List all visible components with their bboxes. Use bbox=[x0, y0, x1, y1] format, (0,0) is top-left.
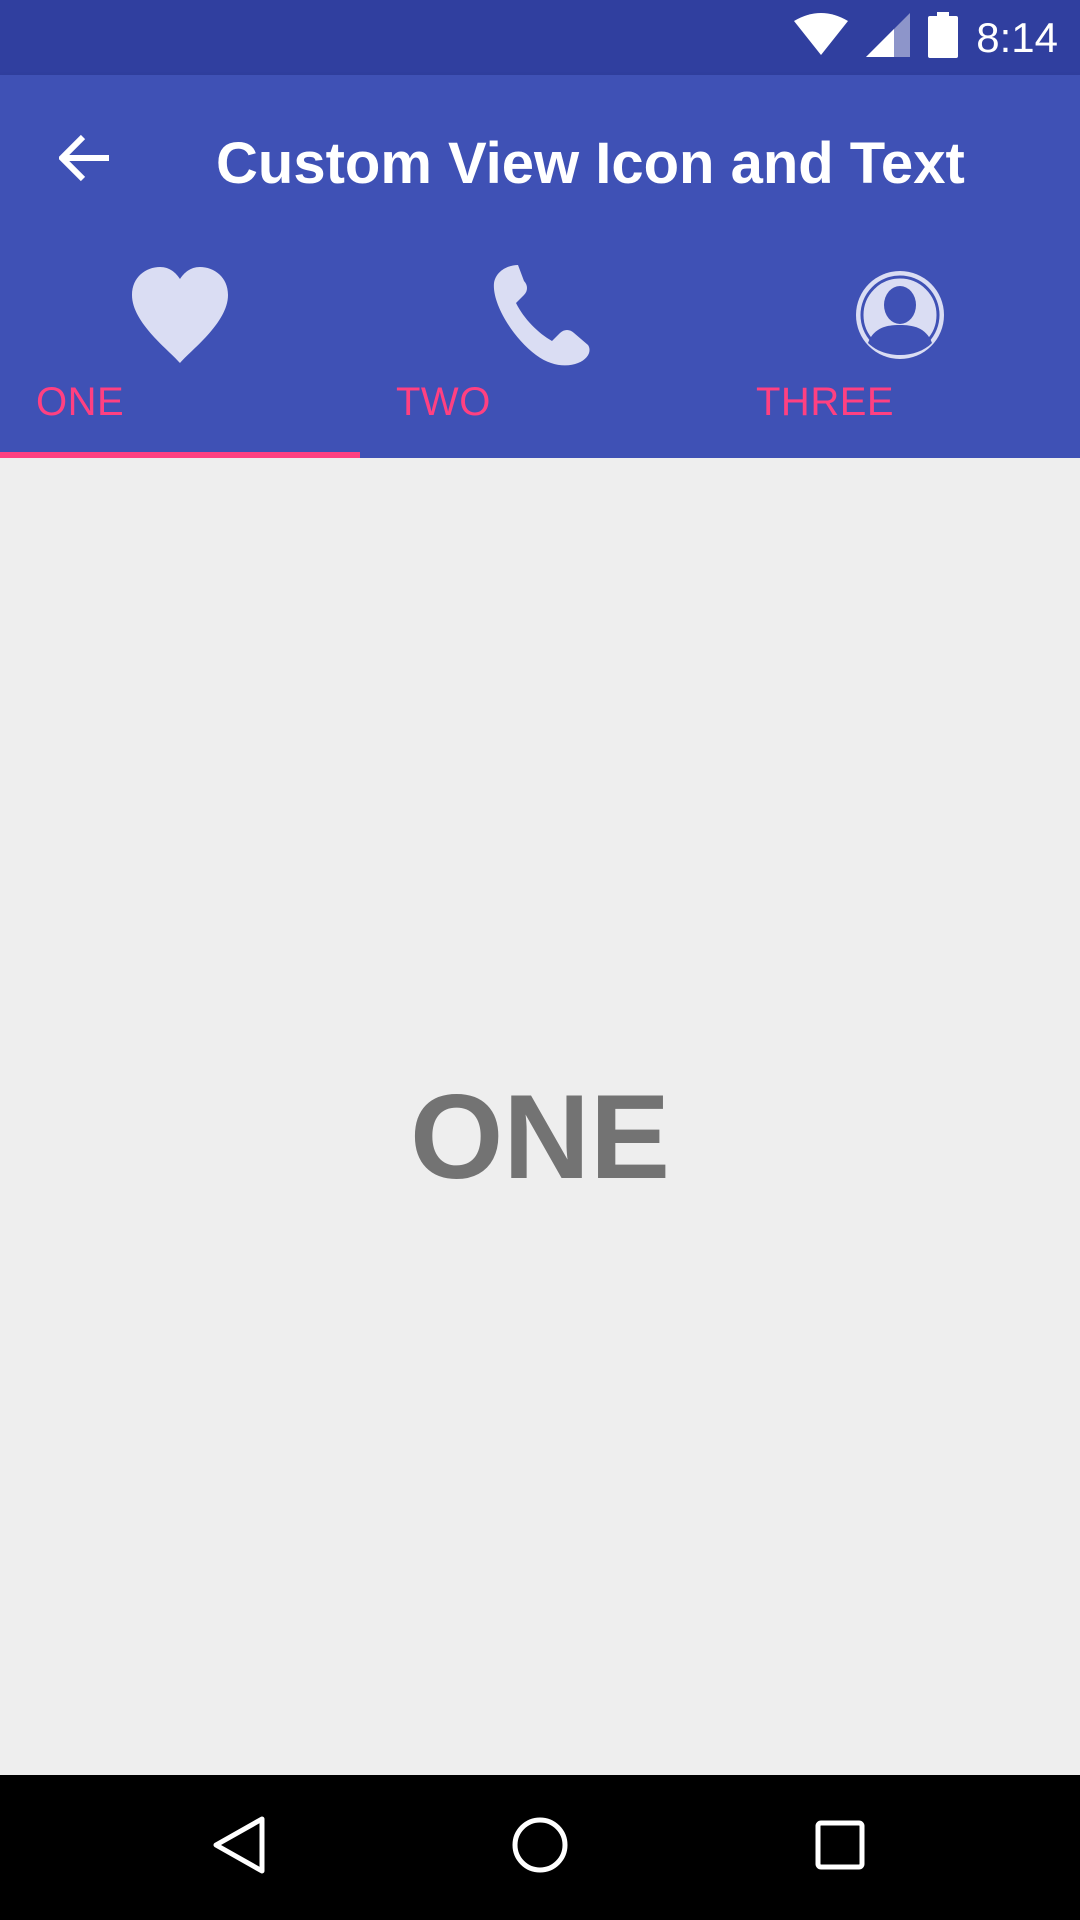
phone-icon bbox=[480, 255, 600, 375]
tab-label-three: THREE bbox=[756, 380, 895, 424]
tab-three[interactable]: THREE bbox=[720, 255, 1080, 458]
page-title: Custom View Icon and Text bbox=[216, 131, 965, 196]
arrow-back-icon bbox=[57, 134, 111, 187]
navigation-bar bbox=[0, 1775, 1080, 1920]
nav-back-button[interactable] bbox=[190, 1797, 290, 1897]
nav-back-icon bbox=[210, 1815, 270, 1880]
status-time: 8:14 bbox=[976, 14, 1058, 61]
cell-signal-icon bbox=[866, 13, 911, 62]
status-icons: 8:14 bbox=[794, 0, 1058, 75]
heart-icon bbox=[120, 255, 240, 375]
battery-icon bbox=[928, 12, 959, 63]
page-content: ONE bbox=[0, 458, 1080, 1775]
app-bar: Custom View Icon and Text ONE TWO THREE bbox=[0, 75, 1080, 458]
back-button[interactable] bbox=[40, 115, 130, 205]
tab-label-one: ONE bbox=[36, 380, 125, 424]
tab-label-two: TWO bbox=[396, 380, 491, 424]
nav-recents-icon bbox=[810, 1815, 870, 1880]
status-bar: 8:14 bbox=[0, 0, 1080, 75]
content-text: ONE bbox=[409, 1070, 671, 1204]
nav-home-button[interactable] bbox=[490, 1797, 590, 1897]
tab-one[interactable]: ONE bbox=[0, 255, 360, 458]
wifi-icon bbox=[794, 13, 849, 62]
nav-home-icon bbox=[510, 1815, 570, 1880]
account-icon bbox=[840, 255, 960, 375]
tab-two[interactable]: TWO bbox=[360, 255, 720, 458]
nav-recents-button[interactable] bbox=[790, 1797, 890, 1897]
